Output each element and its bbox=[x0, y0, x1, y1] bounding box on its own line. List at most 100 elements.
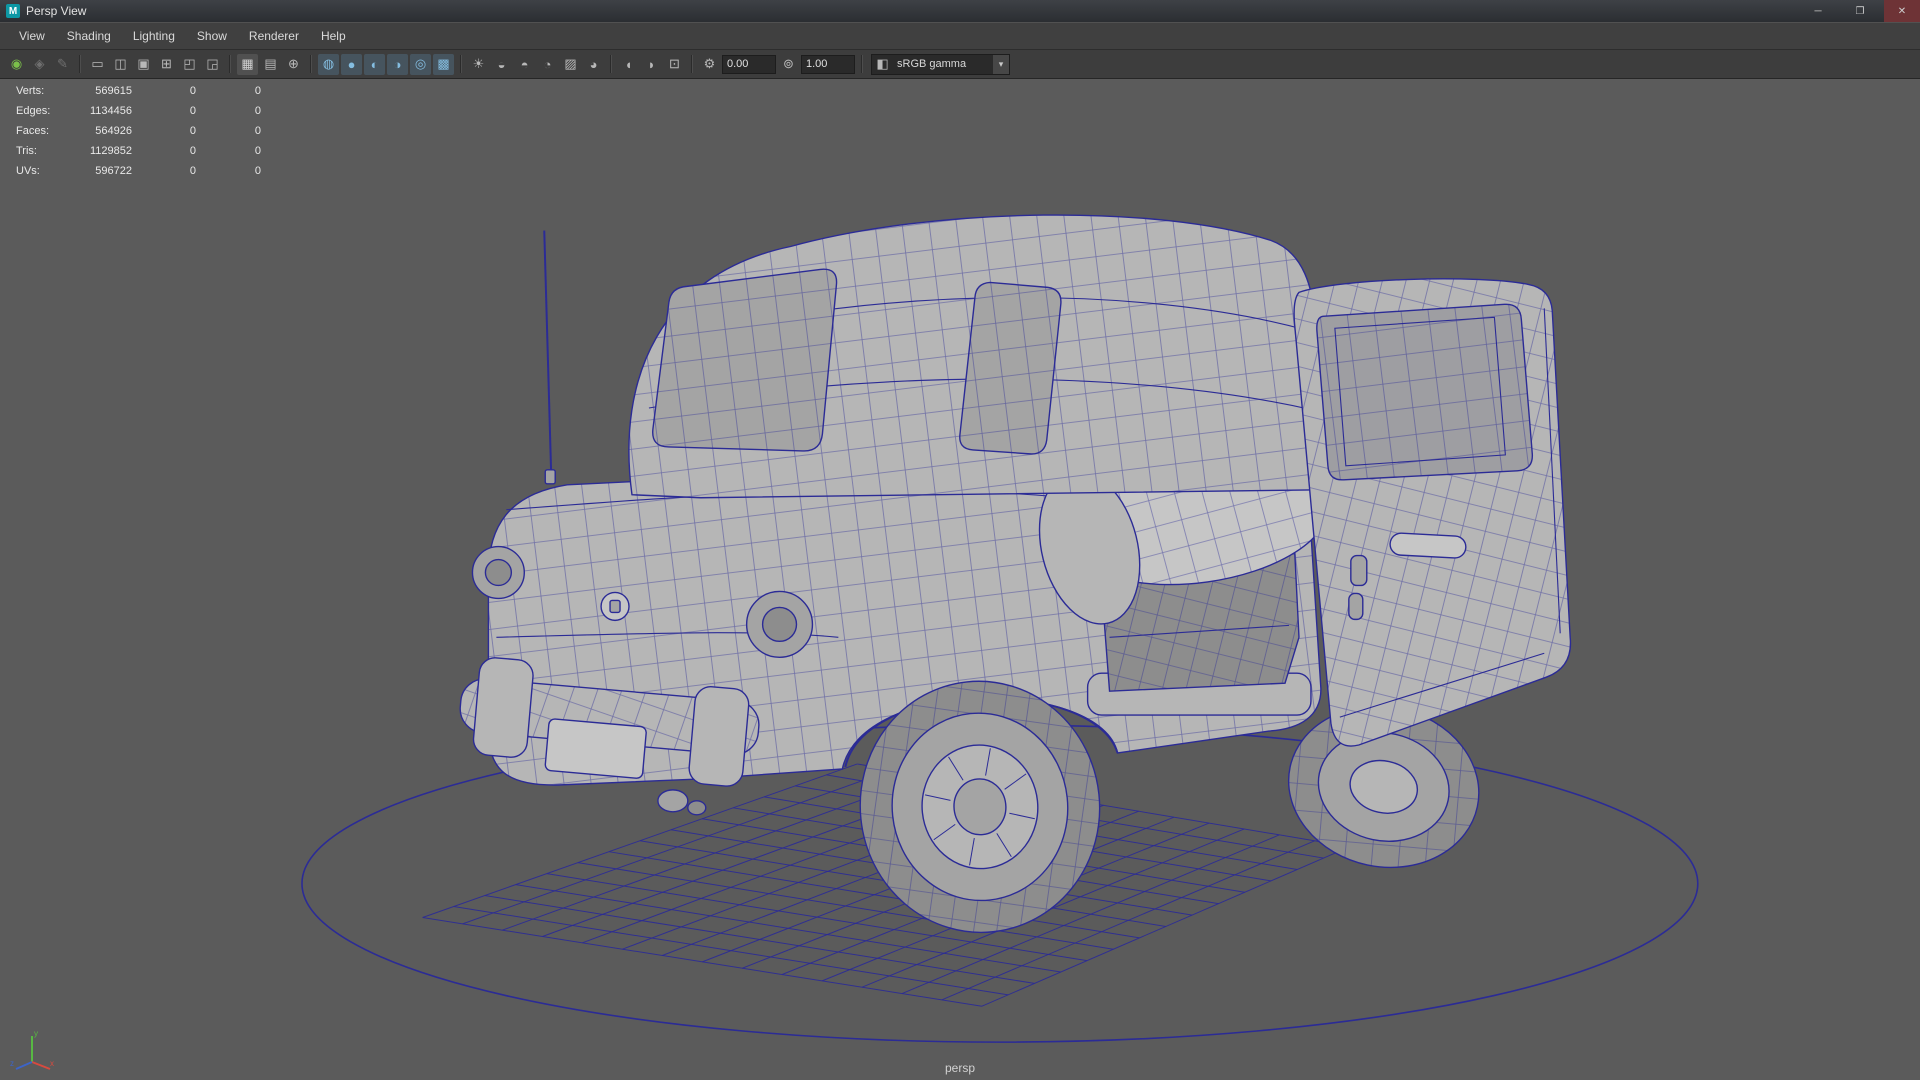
hud-value: 596722 bbox=[95, 165, 132, 177]
hud-value: 564926 bbox=[95, 125, 132, 137]
toolbar-separator bbox=[610, 55, 612, 73]
hud-col2: 0 bbox=[189, 105, 196, 117]
lock-camera-icon[interactable]: ◈ bbox=[29, 54, 50, 75]
isolate-select-icon[interactable]: ◖ bbox=[618, 54, 639, 75]
menu-renderer[interactable]: Renderer bbox=[238, 23, 310, 49]
hud-row-faces: Faces: 564926 0 0 bbox=[16, 121, 261, 141]
color-management-icon[interactable]: ◧ bbox=[872, 54, 893, 75]
hud-col2: 0 bbox=[189, 85, 196, 97]
hud-col3: 0 bbox=[254, 125, 261, 137]
grid-icon[interactable]: ▦ bbox=[237, 53, 258, 75]
toolbar-separator bbox=[310, 55, 312, 73]
exhaust-pipe bbox=[657, 789, 707, 816]
hud-col3: 0 bbox=[254, 85, 261, 97]
select-camera-icon[interactable]: ◉ bbox=[6, 54, 27, 75]
wireframe-icon[interactable]: ◍ bbox=[318, 53, 339, 75]
gamma-field-input[interactable] bbox=[801, 54, 855, 74]
textured-icon[interactable]: ◐ bbox=[364, 53, 385, 75]
gate-mask-icon[interactable]: ▣ bbox=[133, 54, 154, 75]
hud-label: Verts: bbox=[16, 85, 45, 97]
xray-icon[interactable]: ◗ bbox=[641, 54, 662, 75]
minimize-button[interactable]: ─ bbox=[1800, 0, 1836, 22]
exposure-icon[interactable]: ⚙ bbox=[699, 54, 720, 75]
viewport-canvas[interactable] bbox=[0, 79, 1920, 1080]
toolbar-separator bbox=[691, 55, 693, 73]
hud-col3: 0 bbox=[254, 105, 261, 117]
gamma-icon[interactable]: ⊚ bbox=[778, 54, 799, 75]
field-chart-icon[interactable]: ⊞ bbox=[156, 54, 177, 75]
z-axis bbox=[15, 1061, 33, 1070]
quarter-window bbox=[959, 281, 1062, 455]
hud-label: Edges: bbox=[16, 105, 51, 117]
door-handle bbox=[1389, 532, 1467, 559]
maya-panel-window: M Persp View ─ ❐ ✕ View Shading Lighting Sh… bbox=[0, 0, 1920, 1080]
motion-blur-icon[interactable]: ◔ bbox=[537, 54, 558, 75]
wireframe-on-shaded-icon[interactable]: ◎ bbox=[410, 53, 431, 75]
camera-attributes-icon[interactable]: ✎ bbox=[52, 54, 73, 75]
maya-app-icon: M bbox=[6, 4, 20, 18]
z-axis-label: z bbox=[10, 1059, 14, 1068]
menu-help[interactable]: Help bbox=[310, 23, 357, 49]
hud-col2: 0 bbox=[189, 165, 196, 177]
antenna bbox=[543, 230, 556, 485]
menu-view[interactable]: View bbox=[8, 23, 56, 49]
axis-gizmo: y x z bbox=[10, 1029, 54, 1070]
snapshot-icon[interactable]: ⊡ bbox=[664, 54, 685, 75]
safe-title-icon[interactable]: ◲ bbox=[202, 54, 223, 75]
hud-value: 1129852 bbox=[89, 145, 132, 157]
poly-count-hud: Verts: 569615 0 0 Edges: 1134456 0 0 Faces: 56492… bbox=[16, 81, 261, 181]
exposure-field: ⚙ bbox=[699, 54, 776, 75]
taillight-right bbox=[745, 590, 814, 658]
toolbar-separator bbox=[229, 55, 231, 73]
menu-show[interactable]: Show bbox=[186, 23, 238, 49]
maximize-button[interactable]: ❐ bbox=[1842, 0, 1878, 22]
hud-label: UVs: bbox=[16, 165, 40, 177]
panel-toolbar: ◉◈✎ ▭◫▣⊞◰◲ ▦▤⊕ ◍●◐◑◎▩ ☀◒◓◔▨◕ ◖◗⊡ ⚙ ⊚ ◧ sRGB gamma… bbox=[0, 50, 1920, 79]
hud-label: Faces: bbox=[16, 125, 50, 137]
hud-row-verts: Verts: 569615 0 0 bbox=[16, 81, 261, 101]
toolbar-separator bbox=[79, 55, 81, 73]
titlebar[interactable]: M Persp View ─ ❐ ✕ bbox=[0, 0, 1920, 22]
film-gate-icon[interactable]: ▭ bbox=[87, 54, 108, 75]
taillight-left bbox=[471, 545, 526, 600]
resolution-gate-icon[interactable]: ◫ bbox=[110, 54, 131, 75]
gamma-field: ⊚ bbox=[778, 54, 855, 75]
image-plane-icon[interactable]: ▤ bbox=[260, 54, 281, 75]
exposure-field-input[interactable] bbox=[722, 54, 776, 74]
toolbar-separator bbox=[460, 55, 462, 73]
shadows-icon[interactable]: ◒ bbox=[491, 54, 512, 75]
view-transform-value: sRGB gamma bbox=[897, 58, 967, 70]
use-default-material-icon[interactable]: ◑ bbox=[387, 53, 408, 75]
rear-window bbox=[652, 268, 838, 452]
checker-material-icon[interactable]: ▩ bbox=[433, 53, 454, 75]
close-button[interactable]: ✕ bbox=[1884, 0, 1920, 22]
y-axis-label: y bbox=[34, 1029, 38, 1038]
hud-col3: 0 bbox=[254, 165, 261, 177]
hud-value: 569615 bbox=[95, 85, 132, 97]
hud-row-tris: Tris: 1129852 0 0 bbox=[16, 141, 261, 161]
hud-col2: 0 bbox=[189, 125, 196, 137]
viewport[interactable]: Verts: 569615 0 0 Edges: 1134456 0 0 Faces: 56492… bbox=[0, 79, 1920, 1080]
license-plate bbox=[544, 718, 647, 779]
window-title: Persp View bbox=[26, 4, 87, 18]
multisampling-icon[interactable]: ▨ bbox=[560, 54, 581, 75]
toolbar-separator bbox=[861, 55, 863, 73]
smooth-shade-icon[interactable]: ● bbox=[341, 53, 362, 75]
hud-value: 1134456 bbox=[89, 105, 132, 117]
2d-pan-zoom-icon[interactable]: ⊕ bbox=[283, 54, 304, 75]
menu-lighting[interactable]: Lighting bbox=[122, 23, 186, 49]
ambient-occlusion-icon[interactable]: ◓ bbox=[514, 54, 535, 75]
x-axis bbox=[31, 1061, 51, 1070]
lighting-icon[interactable]: ☀ bbox=[468, 54, 489, 75]
hud-col3: 0 bbox=[254, 145, 261, 157]
menu-shading[interactable]: Shading bbox=[56, 23, 122, 49]
hud-row-edges: Edges: 1134456 0 0 bbox=[16, 101, 261, 121]
depth-of-field-icon[interactable]: ◕ bbox=[583, 54, 604, 75]
hud-label: Tris: bbox=[16, 145, 37, 157]
hud-col2: 0 bbox=[189, 145, 196, 157]
car-model[interactable] bbox=[455, 214, 1572, 944]
chevron-down-icon[interactable]: ▾ bbox=[993, 54, 1009, 74]
menubar: View Shading Lighting Show Renderer Help bbox=[0, 22, 1920, 50]
safe-action-icon[interactable]: ◰ bbox=[179, 54, 200, 75]
view-transform-dropdown[interactable]: ◧ sRGB gamma ▾ bbox=[871, 53, 1010, 75]
